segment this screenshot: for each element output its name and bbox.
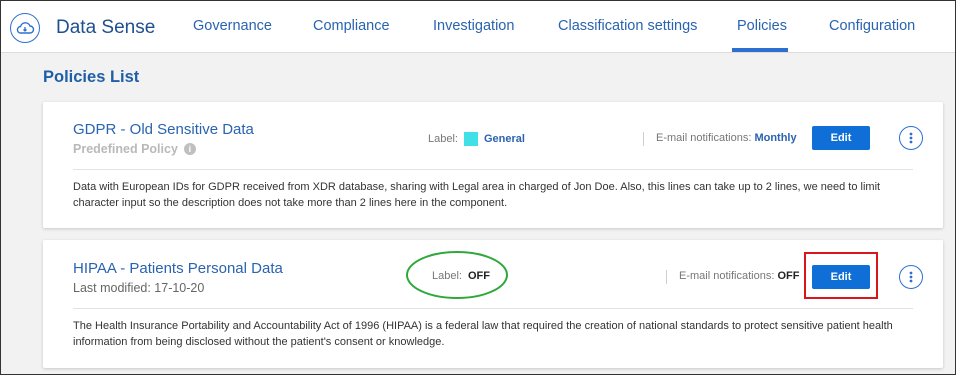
edit-button[interactable]: Edit (812, 126, 870, 150)
policy-subtitle: Predefined Policy i (73, 142, 196, 156)
nav-governance[interactable]: Governance (193, 18, 272, 34)
nav-classification-settings[interactable]: Classification settings (558, 18, 697, 34)
cloud-logo-icon[interactable] (10, 13, 40, 43)
app-title: Data Sense (56, 17, 156, 38)
email-caption: E-mail notifications: (656, 132, 752, 144)
top-navigation-bar: Data Sense Governance Compliance Investi… (1, 1, 955, 53)
more-options-button[interactable] (899, 126, 923, 150)
predefined-policy-text: Predefined Policy (73, 142, 178, 156)
highlight-box-annotation (804, 252, 878, 299)
card-divider (73, 169, 913, 170)
label-value: General (483, 133, 525, 145)
page-title: Policies List (43, 68, 140, 86)
info-icon[interactable]: i (183, 143, 196, 155)
nav-configuration[interactable]: Configuration (829, 18, 915, 34)
policy-description: The Health Insurance Portability and Acc… (73, 320, 893, 348)
more-vertical-icon (909, 271, 913, 283)
label-caption: Label: (428, 133, 458, 145)
email-value: Monthly (754, 132, 797, 144)
policy-description: Data with European IDs for GDPR received… (73, 181, 881, 209)
card-divider (73, 308, 913, 309)
email-notifications: E-mail notifications: Monthly (656, 132, 797, 144)
last-modified-text: Last modified: 17-10-20 (73, 281, 205, 295)
highlight-ellipse-annotation (406, 251, 508, 299)
label-info: Label: General (428, 132, 525, 146)
active-tab-indicator (732, 48, 788, 52)
more-vertical-icon (909, 132, 913, 144)
policy-card: GDPR - Old Sensitive Data Predefined Pol… (43, 102, 943, 228)
vertical-divider (666, 270, 667, 284)
vertical-divider (643, 132, 644, 146)
email-value: OFF (777, 270, 800, 282)
nav-policies[interactable]: Policies (737, 18, 787, 34)
label-color-swatch (463, 132, 478, 146)
policy-name[interactable]: HIPAA - Patients Personal Data (73, 260, 283, 277)
email-caption: E-mail notifications: (679, 270, 775, 282)
nav-compliance[interactable]: Compliance (313, 18, 390, 34)
email-notifications: E-mail notifications: OFF (679, 270, 799, 282)
more-options-button[interactable] (899, 265, 923, 289)
nav-investigation[interactable]: Investigation (433, 18, 514, 34)
policy-name[interactable]: GDPR - Old Sensitive Data (73, 121, 254, 138)
